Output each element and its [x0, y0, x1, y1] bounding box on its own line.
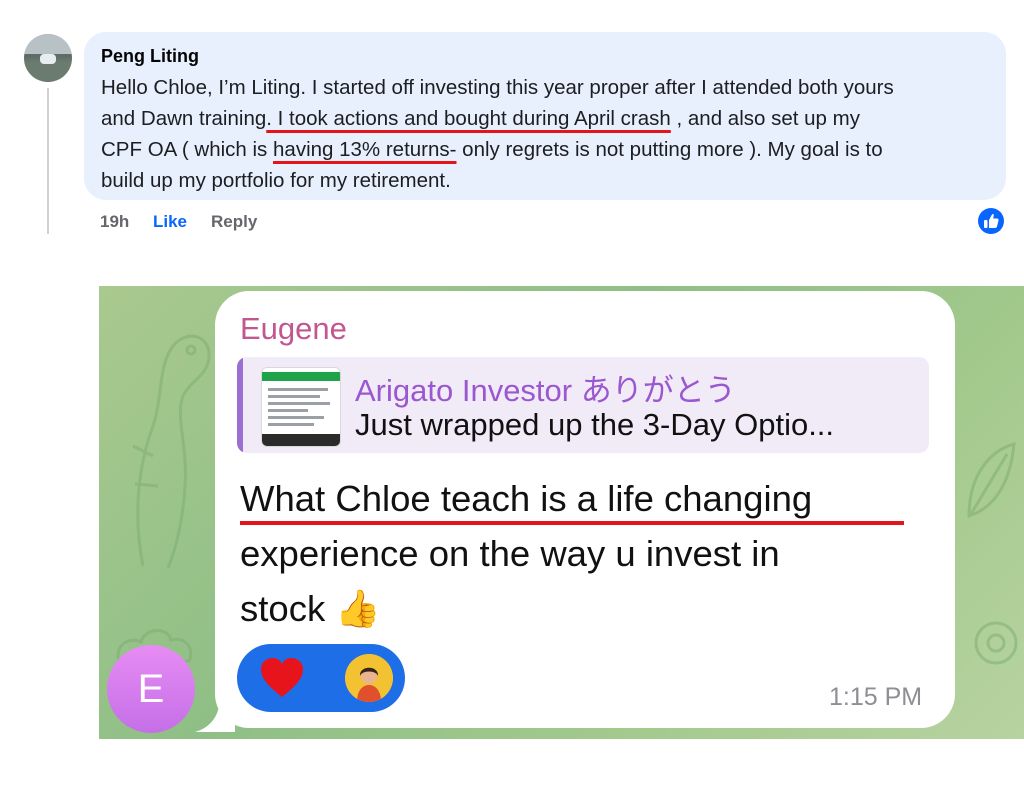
reply-text: Just wrapped up the 3-Day Optio...: [355, 407, 835, 442]
leaf-doodle-icon: [967, 441, 1016, 519]
comment-text-segment: build up my portfolio for my retirement.: [101, 169, 451, 192]
highlighted-text-returns: having 13% returns-: [273, 138, 457, 161]
sender-avatar[interactable]: E: [107, 645, 195, 733]
message-line-1: What Chloe teach is a life changing: [240, 471, 904, 526]
heart-icon: [261, 658, 303, 697]
message-bubble[interactable]: Eugene Arigato Investor ありがとう Just wrapp…: [215, 291, 955, 728]
sender-name[interactable]: Eugene: [240, 311, 347, 347]
highlighted-text-april-crash: . I took actions and bought during April…: [266, 107, 671, 130]
commenter-avatar[interactable]: [24, 34, 72, 82]
comment-line-4: build up my portfolio for my retirement.: [101, 165, 894, 196]
circle-doodle-icon: [974, 621, 1018, 665]
like-button[interactable]: Like: [153, 212, 187, 232]
highlight-underline: [240, 521, 904, 525]
reply-thumbnail: [261, 367, 341, 447]
telegram-chat-panel: Eugene Arigato Investor ありがとう Just wrapp…: [99, 286, 1024, 739]
message-line-text: What Chloe teach is a life changing: [240, 478, 813, 519]
message-line-3: stock 👍: [240, 588, 381, 629]
comment-bubble: Peng Liting Hello Chloe, I’m Liting. I s…: [84, 32, 1006, 200]
reactor-avatar: [345, 654, 393, 702]
comment-text-segment: Hello Chloe, I’m Liting. I started off i…: [101, 76, 894, 99]
comment-line-3: CPF OA ( which is having 13% returns- on…: [101, 134, 894, 165]
reply-accent-bar: [237, 357, 243, 453]
dinosaur-doodle-icon: [132, 334, 211, 569]
comment-line-1: Hello Chloe, I’m Liting. I started off i…: [101, 72, 894, 103]
thumbs-up-icon[interactable]: [978, 208, 1004, 234]
reply-title: Arigato Investor ありがとう: [355, 373, 736, 408]
comment-line-2: and Dawn training. I took actions and bo…: [101, 103, 894, 134]
message-time: 1:15 PM: [829, 683, 923, 711]
comment-text-segment: CPF OA ( which is: [101, 138, 274, 161]
reply-preview[interactable]: Arigato Investor ありがとう Just wrapped up t…: [237, 357, 929, 453]
reply-button[interactable]: Reply: [211, 212, 257, 232]
comment-text-segment: and Dawn training: [101, 107, 267, 130]
reaction-pill[interactable]: [237, 644, 405, 712]
thread-line: [47, 88, 49, 234]
message-line-2: experience on the way u invest in: [240, 533, 780, 574]
message-text: What Chloe teach is a life changing expe…: [240, 471, 904, 636]
comment-author[interactable]: Peng Liting: [101, 46, 199, 67]
comment-text-segment: only regrets is not putting more ). My g…: [456, 138, 883, 161]
comment-text-segment: , and also set up my: [670, 107, 860, 130]
comment-timestamp[interactable]: 19h: [100, 212, 129, 232]
comment-text: Hello Chloe, I’m Liting. I started off i…: [101, 72, 894, 196]
